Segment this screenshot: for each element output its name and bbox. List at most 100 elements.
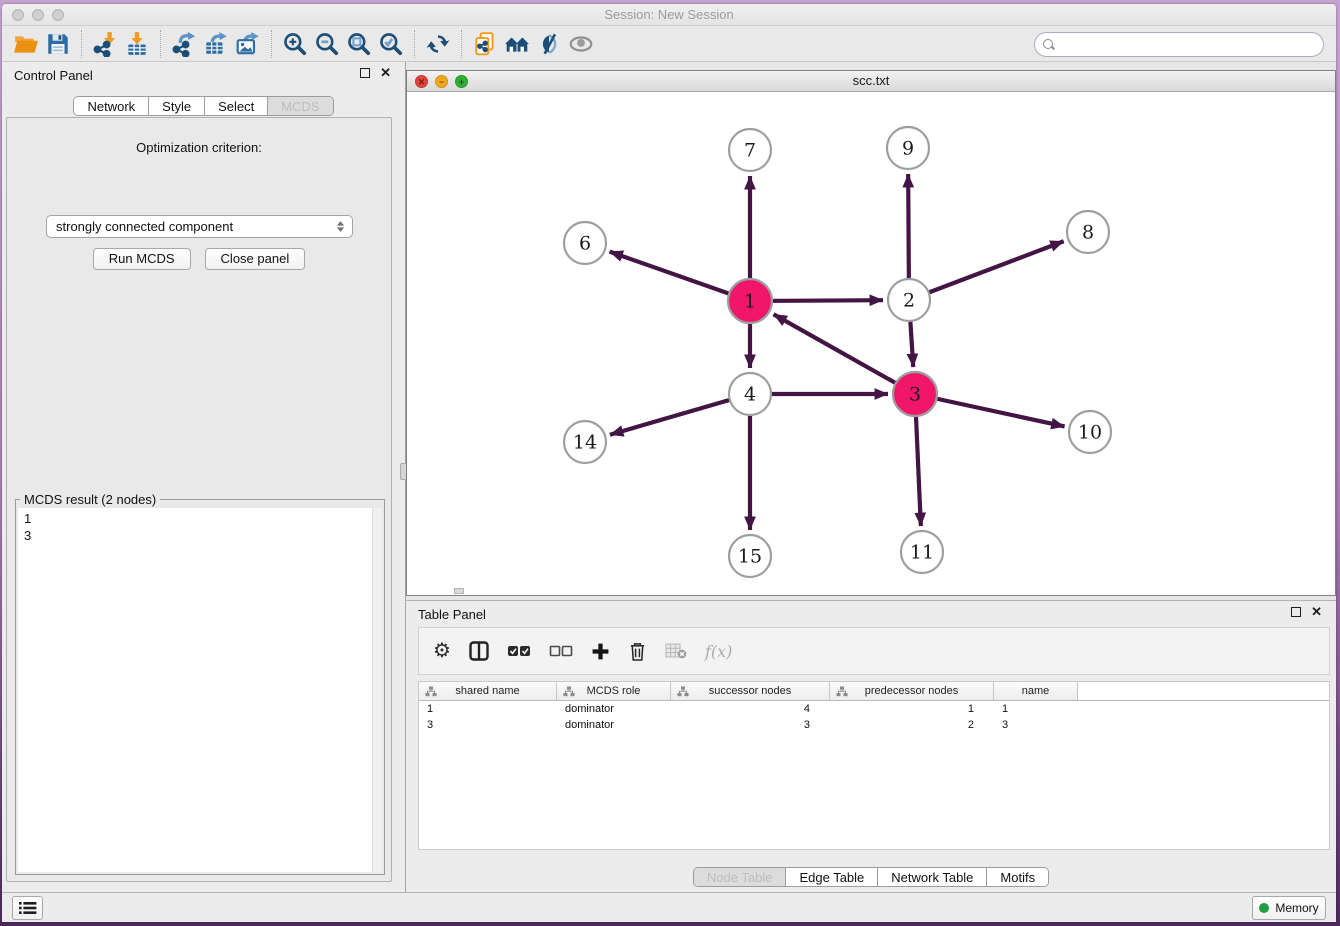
cell-shared-name[interactable]: 3 — [419, 717, 557, 733]
cell-predecessor-nodes[interactable]: 1 — [830, 701, 994, 717]
network-maximize-icon[interactable]: + — [455, 75, 468, 88]
main-toolbar — [2, 26, 1336, 62]
network-canvas[interactable]: 1234678910111415 — [407, 92, 1335, 595]
optimization-criterion-select[interactable]: strongly connected component — [46, 215, 353, 238]
run-mcds-button[interactable]: Run MCDS — [93, 248, 191, 270]
minimize-button[interactable] — [32, 9, 44, 21]
tab-network-table[interactable]: Network Table — [877, 868, 986, 886]
search-box[interactable] — [1034, 32, 1324, 57]
tab-mcds[interactable]: MCDS — [267, 97, 332, 115]
network-resize-handle[interactable] — [454, 588, 464, 594]
table-header-row: shared name MCDS role successor nodes pr… — [419, 682, 1329, 701]
search-icon — [1043, 39, 1054, 50]
function-builder-icon-disabled: f(x) — [705, 642, 732, 661]
mcds-result-list[interactable]: 1 3 — [18, 508, 382, 872]
add-column-icon[interactable] — [591, 642, 610, 661]
mcds-panel: Optimization criterion: strongly connect… — [6, 117, 392, 882]
column-header-successor-nodes[interactable]: successor nodes — [671, 682, 830, 700]
float-panel-icon[interactable] — [360, 68, 370, 78]
first-neighbors-icon[interactable] — [501, 29, 533, 59]
export-table-icon[interactable] — [200, 29, 232, 59]
result-node: 3 — [18, 527, 382, 544]
search-input[interactable] — [1060, 35, 1315, 55]
tab-motifs[interactable]: Motifs — [986, 868, 1048, 886]
column-visibility-icon[interactable] — [469, 641, 489, 661]
select-stepper-icon — [336, 220, 345, 233]
export-image-icon[interactable] — [232, 29, 264, 59]
table-panel-title: Table Panel — [418, 607, 486, 622]
zoom-out-icon[interactable] — [311, 29, 343, 59]
maximize-button[interactable] — [52, 9, 64, 21]
apply-layout-icon[interactable] — [422, 29, 454, 59]
delete-column-trash-icon[interactable] — [628, 641, 647, 662]
float-table-panel-icon[interactable] — [1291, 607, 1301, 617]
export-network-icon[interactable] — [168, 29, 200, 59]
tab-style[interactable]: Style — [148, 97, 204, 115]
mcds-result-box: MCDS result (2 nodes) 1 3 — [15, 499, 385, 875]
close-panel-icon[interactable]: ✕ — [380, 68, 391, 78]
column-header-shared-name[interactable]: shared name — [419, 682, 557, 700]
cell-mcds-role[interactable]: dominator — [557, 717, 671, 733]
tab-network[interactable]: Network — [74, 97, 148, 115]
graph-edge-2-8[interactable] — [909, 241, 1064, 300]
cell-name[interactable]: 3 — [994, 717, 1078, 733]
main-area: Control Panel ✕ Network Style Select MCD… — [2, 62, 1336, 892]
cell-mcds-role[interactable]: dominator — [557, 701, 671, 717]
close-panel-button[interactable]: Close panel — [205, 248, 306, 270]
deselect-all-rows-icon[interactable] — [549, 644, 573, 658]
graph-node-label-1: 1 — [744, 291, 756, 313]
graph-node-label-15: 15 — [738, 546, 762, 568]
memory-button[interactable]: Memory — [1252, 896, 1326, 920]
memory-status-dot — [1259, 903, 1269, 913]
table-toolbar: ⚙ f(x) — [418, 627, 1330, 675]
window-title: Session: New Session — [2, 4, 1336, 26]
memory-label: Memory — [1275, 901, 1318, 915]
select-all-rows-icon[interactable] — [507, 644, 531, 658]
column-header-mcds-role[interactable]: MCDS role — [557, 682, 671, 700]
network-minimize-icon[interactable]: − — [435, 75, 448, 88]
control-panel-tabs: Network Style Select MCDS — [73, 96, 333, 116]
cell-successor-nodes[interactable]: 3 — [671, 717, 830, 733]
cell-successor-nodes[interactable]: 4 — [671, 701, 830, 717]
show-graphics-details-icon[interactable] — [565, 29, 597, 59]
close-button[interactable] — [12, 9, 24, 21]
node-table: shared name MCDS role successor nodes pr… — [418, 681, 1330, 850]
graph-node-label-14: 14 — [573, 432, 597, 454]
result-scrollbar[interactable] — [372, 508, 382, 872]
open-session-icon[interactable] — [10, 29, 42, 59]
network-close-icon[interactable]: ✕ — [415, 75, 428, 88]
graph-node-label-3: 3 — [909, 384, 921, 406]
control-panel: Control Panel ✕ Network Style Select MCD… — [2, 62, 405, 892]
save-session-icon[interactable] — [42, 29, 74, 59]
network-graph[interactable]: 1234678910111415 — [407, 92, 1335, 595]
cell-shared-name[interactable]: 1 — [419, 701, 557, 717]
graph-node-label-6: 6 — [579, 233, 591, 255]
window-controls — [12, 9, 64, 21]
zoom-selected-icon[interactable] — [375, 29, 407, 59]
mcds-result-title: MCDS result (2 nodes) — [20, 492, 160, 507]
new-network-from-selection-icon[interactable] — [469, 29, 501, 59]
graph-edge-3-1[interactable] — [774, 314, 915, 394]
table-tabs: Node Table Edge Table Network Table Moti… — [693, 867, 1049, 887]
graph-node-label-8: 8 — [1082, 222, 1094, 244]
titlebar: Session: New Session — [2, 4, 1336, 26]
tab-node-table[interactable]: Node Table — [694, 868, 786, 886]
tab-select[interactable]: Select — [204, 97, 267, 115]
column-header-predecessor-nodes[interactable]: predecessor nodes — [830, 682, 994, 700]
task-history-button[interactable] — [12, 896, 43, 920]
tab-edge-table[interactable]: Edge Table — [785, 868, 877, 886]
table-row[interactable]: 3 dominator 3 2 3 — [419, 717, 1329, 733]
close-table-panel-icon[interactable]: ✕ — [1311, 607, 1322, 617]
column-header-name[interactable]: name — [994, 682, 1078, 700]
table-row[interactable]: 1 dominator 4 1 1 — [419, 701, 1329, 717]
cell-name[interactable]: 1 — [994, 701, 1078, 717]
graph-node-label-10: 10 — [1078, 422, 1102, 444]
import-network-icon[interactable] — [89, 29, 121, 59]
import-table-icon[interactable] — [121, 29, 153, 59]
hide-graphics-details-icon[interactable] — [533, 29, 565, 59]
zoom-in-icon[interactable] — [279, 29, 311, 59]
delete-table-icon-disabled — [665, 643, 687, 659]
table-settings-gear-icon[interactable]: ⚙ — [433, 641, 451, 661]
zoom-fit-icon[interactable] — [343, 29, 375, 59]
cell-predecessor-nodes[interactable]: 2 — [830, 717, 994, 733]
